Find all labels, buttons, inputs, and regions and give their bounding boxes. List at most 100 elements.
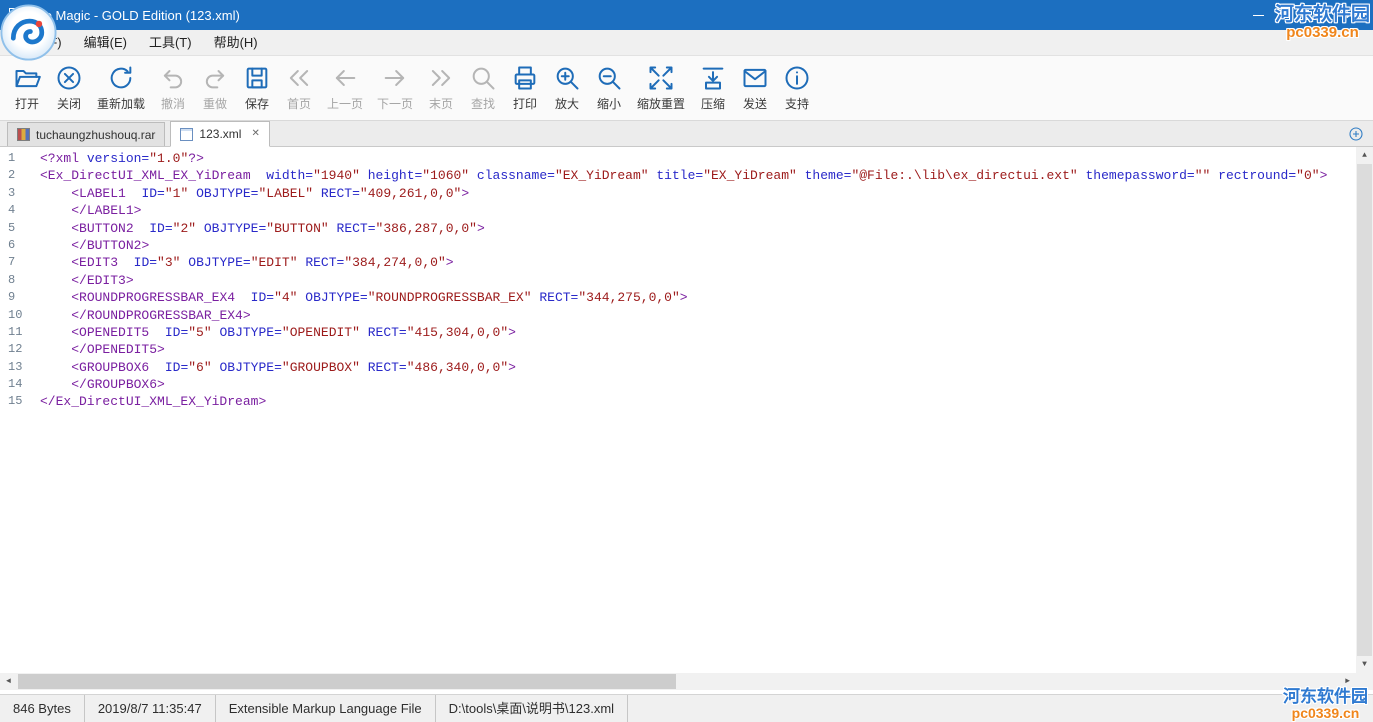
scrollbar-corner <box>1356 673 1373 690</box>
toolbar-button-label: 发送 <box>743 95 767 112</box>
zoom-out-icon <box>595 63 623 93</box>
maximize-icon <box>1299 10 1309 20</box>
menu-bar: 文件(F) 编辑(E) 工具(T) 帮助(H) <box>0 30 1373 56</box>
toolbar-print-button[interactable]: 打印 <box>504 62 546 113</box>
code-line: 1<?xml version="1.0"?> <box>0 150 1356 167</box>
status-file-type: Extensible Markup Language File <box>216 695 436 722</box>
rar-file-icon <box>17 128 30 141</box>
code-line: 8 </EDIT3> <box>0 272 1356 289</box>
xml-file-icon <box>180 128 193 141</box>
editor: 1<?xml version="1.0"?>2<Ex_DirectUI_XML_… <box>0 147 1373 690</box>
toolbar-button-label: 保存 <box>245 95 269 112</box>
menu-help[interactable]: 帮助(H) <box>203 30 269 55</box>
tab-rar-file[interactable]: tuchaungzhushouq.rar <box>7 122 165 146</box>
line-number: 12 <box>0 341 40 358</box>
menu-edit[interactable]: 编辑(E) <box>73 30 138 55</box>
toolbar-next-page-button[interactable]: 下一页 <box>370 62 420 113</box>
toolbar-button-label: 首页 <box>287 95 311 112</box>
tab-bar: tuchaungzhushouq.rar 123.xml ✕ <box>0 121 1373 147</box>
menu-file[interactable]: 文件(F) <box>8 30 73 55</box>
close-icon: ✕ <box>1345 8 1355 22</box>
tab-label: tuchaungzhushouq.rar <box>36 128 155 142</box>
first-page-icon <box>285 63 313 93</box>
toolbar-button-label: 重做 <box>203 95 227 112</box>
toolbar-last-page-button[interactable]: 末页 <box>420 62 462 113</box>
line-number: 13 <box>0 359 40 376</box>
code-line: 7 <EDIT3 ID="3" OBJTYPE="EDIT" RECT="384… <box>0 254 1356 271</box>
scroll-left-arrow[interactable]: ◄ <box>0 673 17 690</box>
toolbar-button-label: 缩放重置 <box>637 95 685 112</box>
prev-page-icon <box>331 63 359 93</box>
toolbar-zoom-reset-button[interactable]: 缩放重置 <box>630 62 692 113</box>
tab-label: 123.xml <box>199 127 241 141</box>
toolbar-find-button[interactable]: 查找 <box>462 62 504 113</box>
code-line: 3 <LABEL1 ID="1" OBJTYPE="LABEL" RECT="4… <box>0 185 1356 202</box>
print-icon <box>511 63 539 93</box>
toolbar-button-label: 下一页 <box>377 95 413 112</box>
toolbar-support-button[interactable]: 支持 <box>776 62 818 113</box>
toolbar-save-button[interactable]: 保存 <box>236 62 278 113</box>
code-line: 10 </ROUNDPROGRESSBAR_EX4> <box>0 307 1356 324</box>
toolbar-button-label: 打印 <box>513 95 537 112</box>
vertical-scrollbar-thumb[interactable] <box>1357 164 1372 656</box>
toolbar-prev-page-button[interactable]: 上一页 <box>320 62 370 113</box>
toolbar-zoom-out-button[interactable]: 缩小 <box>588 62 630 113</box>
code-area[interactable]: 1<?xml version="1.0"?>2<Ex_DirectUI_XML_… <box>0 147 1356 673</box>
maximize-button[interactable] <box>1281 0 1327 30</box>
line-number: 2 <box>0 167 40 184</box>
toolbar-redo-button[interactable]: 重做 <box>194 62 236 113</box>
line-number: 3 <box>0 185 40 202</box>
code-line: 13 <GROUPBOX6 ID="6" OBJTYPE="GROUPBOX" … <box>0 359 1356 376</box>
line-number: 14 <box>0 376 40 393</box>
vertical-scrollbar[interactable]: ▲ ▼ <box>1356 147 1373 673</box>
send-envelope-icon <box>741 63 769 93</box>
line-number: 7 <box>0 254 40 271</box>
add-tab-button[interactable] <box>1348 126 1364 142</box>
title-bar: File Magic - GOLD Edition (123.xml) ✕ <box>0 0 1373 30</box>
horizontal-scrollbar-thumb[interactable] <box>18 674 676 689</box>
horizontal-scrollbar[interactable]: ◄ ► <box>0 673 1356 690</box>
code-line: 11 <OPENEDIT5 ID="5" OBJTYPE="OPENEDIT" … <box>0 324 1356 341</box>
close-button[interactable]: ✕ <box>1327 0 1373 30</box>
toolbar-compress-button[interactable]: 压缩 <box>692 62 734 113</box>
save-icon <box>243 63 271 93</box>
code-line: 14 </GROUPBOX6> <box>0 376 1356 393</box>
line-number: 10 <box>0 307 40 324</box>
undo-icon <box>159 63 187 93</box>
add-tab-icon <box>1348 126 1364 142</box>
line-number: 15 <box>0 393 40 410</box>
toolbar-button-label: 缩小 <box>597 95 621 112</box>
toolbar-button-label: 放大 <box>555 95 579 112</box>
minimize-icon <box>1253 15 1264 16</box>
line-number: 1 <box>0 150 40 167</box>
search-icon <box>469 63 497 93</box>
toolbar-button-label: 查找 <box>471 95 495 112</box>
scroll-down-arrow[interactable]: ▼ <box>1356 656 1373 673</box>
reload-icon <box>107 63 135 93</box>
tab-close-icon[interactable]: ✕ <box>251 129 259 139</box>
toolbar-send-button[interactable]: 发送 <box>734 62 776 113</box>
compress-icon <box>699 63 727 93</box>
toolbar-button-label: 压缩 <box>701 95 725 112</box>
toolbar-button-label: 关闭 <box>57 95 81 112</box>
window-title: File Magic - GOLD Edition (123.xml) <box>31 8 240 23</box>
toolbar-button-label: 支持 <box>785 95 809 112</box>
menu-tools[interactable]: 工具(T) <box>138 30 203 55</box>
line-number: 6 <box>0 237 40 254</box>
status-file-path: D:\tools\桌面\说明书\123.xml <box>436 695 628 722</box>
line-number: 5 <box>0 220 40 237</box>
code-line: 2<Ex_DirectUI_XML_EX_YiDream width="1940… <box>0 167 1356 184</box>
line-number: 9 <box>0 289 40 306</box>
tab-xml-file[interactable]: 123.xml ✕ <box>170 121 269 147</box>
toolbar-open-button[interactable]: 打开 <box>6 62 48 113</box>
toolbar-undo-button[interactable]: 撤消 <box>152 62 194 113</box>
scroll-right-arrow[interactable]: ► <box>1339 673 1356 690</box>
status-file-size: 846 Bytes <box>0 695 85 722</box>
toolbar-reload-button[interactable]: 重新加载 <box>90 62 152 113</box>
toolbar-first-page-button[interactable]: 首页 <box>278 62 320 113</box>
minimize-button[interactable] <box>1235 0 1281 30</box>
toolbar-close-button[interactable]: 关闭 <box>48 62 90 113</box>
scroll-up-arrow[interactable]: ▲ <box>1356 147 1373 164</box>
code-line: 9 <ROUNDPROGRESSBAR_EX4 ID="4" OBJTYPE="… <box>0 289 1356 306</box>
toolbar-zoom-in-button[interactable]: 放大 <box>546 62 588 113</box>
